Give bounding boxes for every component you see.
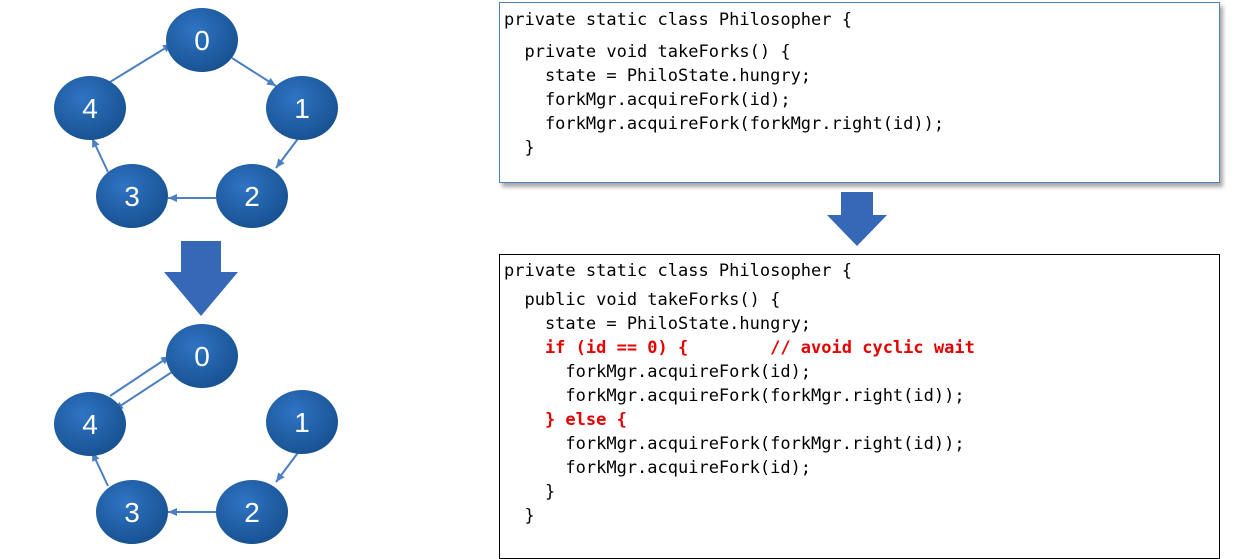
node-1: 1 [266,76,338,140]
edge-1-to-2 [275,449,301,483]
code-line: } [504,506,535,526]
node-4: 4 [54,76,126,140]
dining-philosophers-graphs: 0 1 2 3 4 0 1 2 3 4 [54,8,338,544]
node-1: 1 [266,390,338,454]
code-line: } [504,482,556,502]
code-line: forkMgr.acquireFork(forkMgr.right(id)); [504,386,965,406]
edge-3-to-4 [91,137,109,173]
code-line-highlighted: if (id == 0) { // avoid cyclic wait [504,338,975,358]
node-3: 3 [96,480,168,544]
big-down-arrow-middle [827,192,887,246]
code-line: public void takeForks() { [504,290,781,310]
node-3-label: 3 [124,181,140,212]
node-2-label: 2 [244,181,260,212]
node-0: 0 [166,324,238,388]
code-line: forkMgr.acquireFork(id); [504,362,812,382]
node-1-label: 1 [294,407,310,438]
code-line: private static class Philosopher { [504,261,852,281]
code-line: forkMgr.acquireFork(id); [504,90,791,110]
code-line-highlighted: } else { [504,410,627,430]
edge-0-to-4 [113,371,173,411]
code-line: forkMgr.acquireFork(id); [504,458,812,478]
node-4: 4 [54,392,126,456]
node-2-label: 2 [244,497,260,528]
edge-0-to-1 [231,57,277,87]
edge-4-to-0 [109,43,173,83]
node-0-label: 0 [194,341,210,372]
code-line: state = PhiloState.hungry; [504,314,812,334]
node-2: 2 [216,480,288,544]
edge-1-to-2 [275,135,301,169]
code-line: forkMgr.acquireFork(forkMgr.right(id)); [504,434,965,454]
node-3: 3 [96,164,168,228]
modified-code-box: private static class Philosopher { publi… [499,254,1220,559]
code-line: state = PhiloState.hungry; [504,66,812,86]
node-4-label: 4 [82,409,98,440]
code-line: forkMgr.acquireFork(forkMgr.right(id)); [504,114,945,134]
edge-3-to-4 [91,451,109,487]
original-code-box: private static class Philosopher { priva… [499,2,1220,183]
top-graph-nodes: 0 1 2 3 4 [54,8,338,228]
edge-4-to-0 [109,355,171,397]
code-line: } [504,138,535,158]
code-line: private static class Philosopher { [504,10,852,30]
node-3-label: 3 [124,497,140,528]
node-1-label: 1 [294,93,310,124]
node-0: 0 [166,8,238,72]
node-4-label: 4 [82,93,98,124]
big-down-arrow-left [164,241,238,316]
node-2: 2 [216,164,288,228]
code-line: private void takeForks() { [504,42,791,62]
node-0-label: 0 [194,25,210,56]
